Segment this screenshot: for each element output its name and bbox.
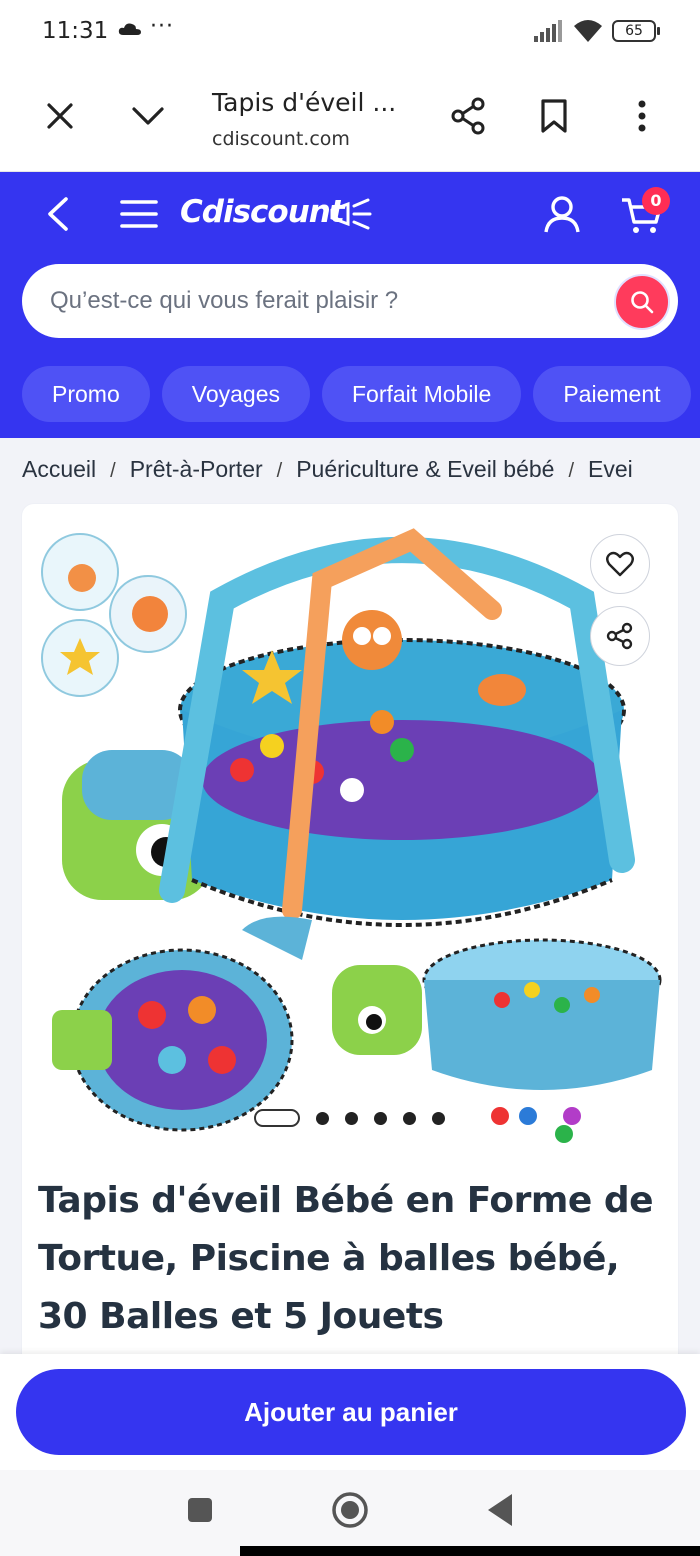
share-icon[interactable] <box>446 94 490 138</box>
more-vert-icon[interactable] <box>620 94 664 138</box>
wifi-icon <box>574 20 602 42</box>
gesture-bar <box>240 1546 700 1556</box>
chip-forfait-mobile[interactable]: Forfait Mobile <box>322 366 522 422</box>
cart-count-badge: 0 <box>642 187 670 215</box>
breadcrumb: Accueil / Prêt-à-Porter / Puériculture & Eve… <box>22 456 700 486</box>
breadcrumb-accueil[interactable]: Accueil <box>22 456 96 482</box>
close-icon[interactable] <box>38 94 82 138</box>
chip-voyages[interactable]: Voyages <box>161 366 310 422</box>
battery-icon: 65 <box>612 20 660 42</box>
category-chips: Promo Voyages Forfait Mobile Paiement <box>22 366 700 422</box>
breadcrumb-eveil[interactable]: Evei <box>588 456 633 482</box>
breadcrumb-separator: / <box>110 460 116 482</box>
search-bar[interactable] <box>22 264 678 338</box>
breadcrumb-separator: / <box>276 460 283 482</box>
cloud-icon <box>118 23 141 35</box>
carousel-dot[interactable] <box>374 1111 387 1125</box>
share-icon <box>606 622 633 650</box>
menu-icon[interactable] <box>120 198 158 230</box>
recents-icon[interactable] <box>186 1496 214 1524</box>
favorite-button[interactable] <box>590 534 650 594</box>
heart-icon <box>606 551 634 577</box>
search-button[interactable] <box>614 274 670 330</box>
breadcrumb-puericulture[interactable]: Puériculture & Eveil bébé <box>296 456 554 482</box>
carousel-indicator <box>254 1108 461 1128</box>
chip-paiement[interactable]: Paiement <box>533 366 691 422</box>
product-image[interactable] <box>22 510 678 1150</box>
bookmark-icon[interactable] <box>532 94 576 138</box>
bottom-action-bar: Ajouter au panier <box>0 1354 700 1470</box>
search-input[interactable] <box>50 264 610 338</box>
home-icon[interactable] <box>330 1490 370 1530</box>
logo-megaphone-icon <box>330 198 372 230</box>
carousel-dot[interactable] <box>316 1111 329 1125</box>
status-bar: 11:31 ··· 65 <box>0 0 700 64</box>
account-icon[interactable] <box>542 194 582 234</box>
breadcrumb-pret-a-porter[interactable]: Prêt-à-Porter <box>130 456 263 482</box>
status-time: 11:31 <box>42 18 109 44</box>
carousel-dot[interactable] <box>403 1111 416 1125</box>
carousel-dot[interactable] <box>345 1111 358 1125</box>
carousel-dot-active[interactable] <box>254 1109 300 1127</box>
back-arrow-icon[interactable] <box>44 196 72 232</box>
product-share-button[interactable] <box>590 606 650 666</box>
system-nav-bar <box>0 1470 700 1556</box>
site-logo[interactable]: Cdiscount <box>180 194 345 230</box>
add-to-cart-button[interactable]: Ajouter au panier <box>16 1369 686 1455</box>
browser-toolbar: Tapis d'éveil ... cdiscount.com <box>0 64 700 172</box>
browser-page-title[interactable]: Tapis d'éveil ... <box>212 88 396 117</box>
carousel-dot[interactable] <box>432 1111 445 1125</box>
chip-promo[interactable]: Promo <box>22 366 150 422</box>
search-icon <box>631 291 654 314</box>
signal-icon <box>534 20 562 42</box>
notification-dots: ··· <box>150 14 174 39</box>
browser-domain[interactable]: cdiscount.com <box>212 128 350 150</box>
breadcrumb-separator: / <box>568 460 575 482</box>
back-icon[interactable] <box>484 1492 516 1528</box>
chevron-down-icon[interactable] <box>126 94 170 138</box>
